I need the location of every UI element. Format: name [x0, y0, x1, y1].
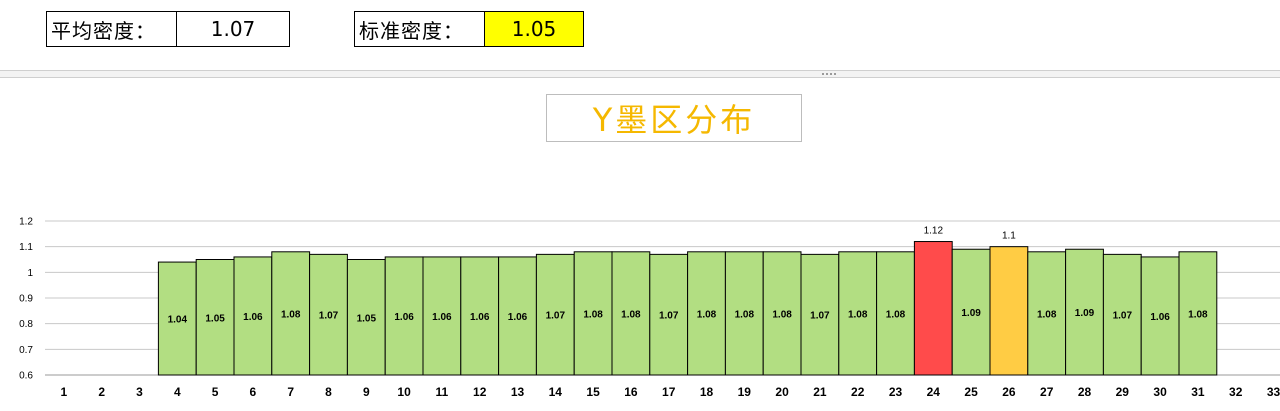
x-tick-label: 32	[1229, 385, 1243, 399]
x-tick-label: 15	[586, 385, 600, 399]
bar	[989, 246, 1029, 376]
data-label: 1.04	[168, 315, 188, 326]
x-tick-label: 17	[662, 385, 676, 399]
x-tick-label: 19	[738, 385, 752, 399]
data-label: 1.08	[697, 309, 717, 320]
x-tick-label: 24	[927, 385, 941, 399]
x-tick-label: 5	[212, 385, 219, 399]
data-label: 1.1	[1002, 231, 1016, 242]
data-label: 1.08	[1037, 309, 1057, 320]
data-label: 1.07	[319, 311, 339, 322]
data-label: 1.08	[583, 309, 603, 320]
x-tick-label: 11	[436, 385, 449, 399]
data-label: 1.09	[961, 308, 981, 319]
x-tick-label: 16	[624, 385, 638, 399]
x-tick-label: 33	[1267, 385, 1280, 399]
x-tick-label: 6	[250, 385, 257, 399]
data-label: 1.06	[432, 312, 452, 323]
x-tick-label: 22	[851, 385, 865, 399]
data-label: 1.08	[886, 309, 906, 320]
y-tick-label: 0.8	[19, 319, 33, 330]
y-tick-label: 0.7	[19, 345, 33, 356]
x-tick-label: 31	[1191, 385, 1205, 399]
x-tick-label: 1	[61, 385, 68, 399]
x-tick-label: 12	[473, 385, 487, 399]
x-tick-label: 2	[98, 385, 105, 399]
data-label: 1.08	[735, 309, 755, 320]
x-tick-label: 23	[889, 385, 903, 399]
data-label: 1.06	[394, 312, 414, 323]
data-label: 1.07	[1113, 311, 1133, 322]
x-tick-label: 20	[775, 385, 789, 399]
x-tick-label: 10	[397, 385, 411, 399]
x-tick-label: 29	[1116, 385, 1130, 399]
y-tick-label: 1	[27, 268, 33, 279]
y-tick-label: 0.6	[19, 371, 33, 382]
data-label: 1.07	[810, 311, 830, 322]
data-label: 1.08	[621, 309, 641, 320]
bar	[913, 241, 953, 376]
x-tick-label: 21	[813, 385, 827, 399]
data-label: 1.06	[1150, 312, 1170, 323]
x-tick-label: 30	[1153, 385, 1167, 399]
data-label: 1.05	[205, 313, 225, 324]
x-tick-label: 28	[1078, 385, 1092, 399]
x-tick-label: 8	[325, 385, 332, 399]
data-label: 1.12	[924, 226, 944, 237]
y-tick-label: 1.1	[19, 242, 33, 253]
data-label: 1.07	[546, 311, 566, 322]
x-tick-label: 3	[136, 385, 143, 399]
x-tick-label: 9	[363, 385, 370, 399]
data-label: 1.08	[772, 309, 792, 320]
x-tick-label: 25	[964, 385, 978, 399]
data-label: 1.07	[659, 311, 679, 322]
bar-chart: 0.60.70.80.911.11.21 2 31.0441.0551.0661.0…	[19, 217, 1280, 399]
data-label: 1.05	[357, 313, 377, 324]
x-tick-label: 7	[287, 385, 294, 399]
data-label: 1.06	[470, 312, 490, 323]
data-label: 1.08	[1188, 309, 1208, 320]
x-tick-label: 14	[549, 385, 563, 399]
x-tick-label: 26	[1002, 385, 1016, 399]
data-label: 1.09	[1075, 308, 1095, 319]
data-label: 1.08	[848, 309, 868, 320]
x-tick-label: 4	[174, 385, 181, 399]
data-label: 1.06	[508, 312, 528, 323]
x-tick-label: 18	[700, 385, 714, 399]
y-tick-label: 0.9	[19, 294, 33, 305]
data-label: 1.08	[281, 309, 301, 320]
data-label: 1.06	[243, 312, 263, 323]
x-tick-label: 27	[1040, 385, 1054, 399]
x-tick-label: 13	[511, 385, 525, 399]
y-tick-label: 1.2	[19, 217, 33, 228]
